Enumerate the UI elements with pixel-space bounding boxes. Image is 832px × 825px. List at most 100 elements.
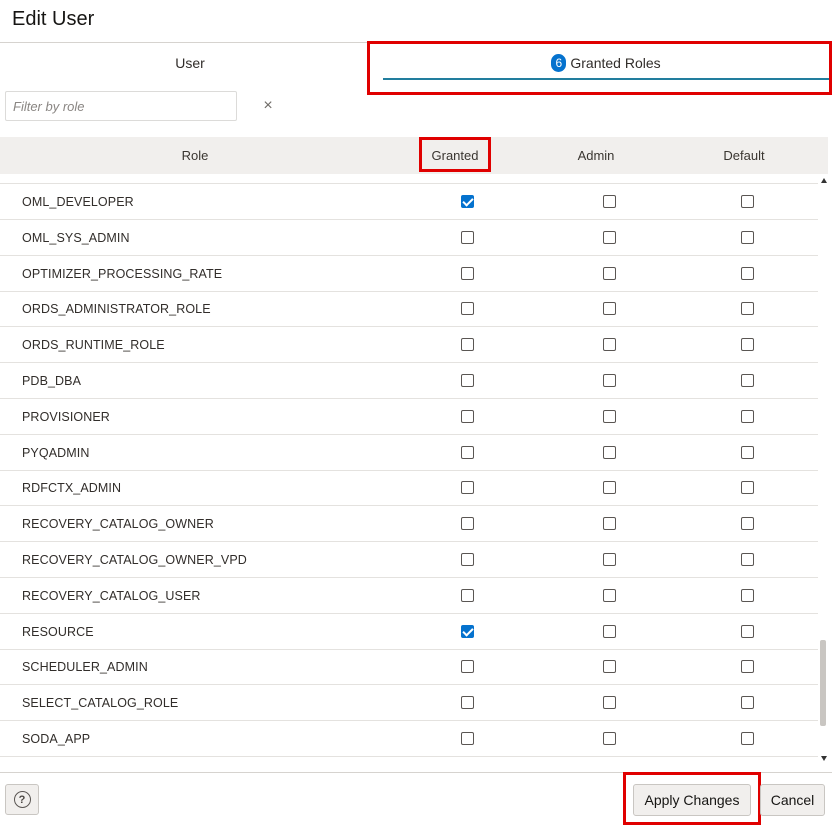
close-icon[interactable]: × xyxy=(260,96,276,116)
dialog-title: Edit User xyxy=(12,8,95,30)
default-checkbox[interactable] xyxy=(741,517,754,531)
tab-user[interactable]: User xyxy=(0,43,380,83)
roles-table-body: OML_DEVELOPER OML_SYS_ADMIN OPTIMIZER_PROC… xyxy=(0,174,818,766)
table-row: SODA_APP xyxy=(0,721,818,757)
role-name: SODA_APP xyxy=(22,732,91,746)
table-row: OML_DEVELOPER xyxy=(0,184,818,220)
granted-checkbox[interactable] xyxy=(461,409,474,423)
granted-checkbox[interactable] xyxy=(461,266,474,280)
granted-checkbox[interactable] xyxy=(461,660,474,674)
role-name: RESOURCE xyxy=(22,624,94,639)
scroll-up-arrow-icon[interactable] xyxy=(821,178,827,183)
table-row: OML_SYS_ADMIN xyxy=(0,220,818,256)
admin-checkbox[interactable] xyxy=(603,481,616,495)
help-button[interactable]: ? xyxy=(5,784,39,815)
role-name: PDB_DBA xyxy=(22,374,82,388)
admin-checkbox[interactable] xyxy=(603,732,616,745)
apply-changes-button[interactable]: Apply Changes xyxy=(633,784,751,816)
granted-checkbox[interactable] xyxy=(461,732,474,745)
tab-granted-roles[interactable]: 6 Granted Roles xyxy=(383,43,829,83)
table-row: SELECT_CATALOG_ROLE xyxy=(0,685,818,722)
default-checkbox[interactable] xyxy=(741,266,754,280)
granted-checkbox[interactable] xyxy=(461,338,474,352)
role-name: SCHEDULER_ADMIN xyxy=(22,660,148,675)
granted-checkbox[interactable] xyxy=(461,302,474,316)
table-row: SCHEDULER_ADMIN xyxy=(0,649,818,686)
role-name: SELECT_CATALOG_ROLE xyxy=(22,696,179,711)
granted-checkbox[interactable] xyxy=(461,696,474,710)
admin-checkbox[interactable] xyxy=(603,302,616,316)
help-circle-icon: ? xyxy=(13,791,31,808)
filter-role-input[interactable] xyxy=(5,91,237,121)
role-name: PROVISIONER xyxy=(22,409,110,424)
admin-checkbox[interactable] xyxy=(603,553,616,566)
role-name: OPTIMIZER_PROCESSING_RATE xyxy=(22,266,223,281)
granted-checkbox[interactable] xyxy=(461,195,474,208)
granted-checkbox[interactable] xyxy=(461,588,474,602)
default-checkbox[interactable] xyxy=(741,660,754,674)
admin-checkbox[interactable] xyxy=(603,409,616,423)
table-row xyxy=(0,174,818,185)
cancel-button[interactable]: Cancel xyxy=(760,784,825,816)
default-checkbox[interactable] xyxy=(741,696,754,710)
default-checkbox[interactable] xyxy=(741,409,754,423)
granted-checkbox[interactable] xyxy=(461,230,474,244)
table-row: RECOVERY_CATALOG_OWNER xyxy=(0,506,818,543)
table-row: PDB_DBA xyxy=(0,363,818,399)
granted-checkbox[interactable] xyxy=(461,624,474,638)
column-header-granted[interactable]: Granted xyxy=(420,137,490,174)
granted-checkbox[interactable] xyxy=(461,374,474,387)
table-header: Role Granted Admin Default xyxy=(0,137,828,174)
granted-checkbox[interactable] xyxy=(461,481,474,495)
table-row: PYQADMIN xyxy=(0,435,818,471)
default-checkbox[interactable] xyxy=(741,230,754,244)
default-checkbox[interactable] xyxy=(741,624,754,638)
admin-checkbox[interactable] xyxy=(603,230,616,244)
table-row xyxy=(0,757,818,766)
admin-checkbox[interactable] xyxy=(603,338,616,352)
tab-user-label: User xyxy=(175,55,205,71)
default-checkbox[interactable] xyxy=(741,445,754,459)
default-checkbox[interactable] xyxy=(741,553,754,566)
admin-checkbox[interactable] xyxy=(603,195,616,208)
role-name: PYQADMIN xyxy=(22,445,90,460)
granted-count-badge: 6 xyxy=(551,54,567,72)
admin-checkbox[interactable] xyxy=(603,660,616,674)
table-row: RECOVERY_CATALOG_OWNER_VPD xyxy=(0,542,818,578)
role-name: RECOVERY_CATALOG_OWNER_VPD xyxy=(22,553,247,567)
scroll-down-arrow-icon[interactable] xyxy=(821,756,827,761)
scrollbar-thumb[interactable] xyxy=(820,640,826,726)
admin-checkbox[interactable] xyxy=(603,374,616,387)
admin-checkbox[interactable] xyxy=(603,588,616,602)
default-checkbox[interactable] xyxy=(741,338,754,352)
column-header-admin[interactable]: Admin xyxy=(560,137,632,174)
granted-checkbox[interactable] xyxy=(461,445,474,459)
role-name: OML_SYS_ADMIN xyxy=(22,230,130,245)
column-header-role[interactable]: Role xyxy=(0,137,390,174)
default-checkbox[interactable] xyxy=(741,195,754,208)
default-checkbox[interactable] xyxy=(741,588,754,602)
active-tab-indicator xyxy=(383,78,829,80)
default-checkbox[interactable] xyxy=(741,481,754,495)
admin-checkbox[interactable] xyxy=(603,266,616,280)
tab-granted-roles-label: Granted Roles xyxy=(570,55,661,71)
admin-checkbox[interactable] xyxy=(603,445,616,459)
default-checkbox[interactable] xyxy=(741,732,754,745)
granted-checkbox[interactable] xyxy=(461,553,474,566)
admin-checkbox[interactable] xyxy=(603,517,616,531)
role-name: RECOVERY_CATALOG_USER xyxy=(22,588,201,603)
column-header-default[interactable]: Default xyxy=(700,137,788,174)
table-row: OPTIMIZER_PROCESSING_RATE xyxy=(0,256,818,292)
footer-divider xyxy=(0,772,832,773)
granted-checkbox[interactable] xyxy=(461,517,474,531)
admin-checkbox[interactable] xyxy=(603,624,616,638)
admin-checkbox[interactable] xyxy=(603,696,616,710)
table-row: RESOURCE xyxy=(0,614,818,650)
default-checkbox[interactable] xyxy=(741,374,754,387)
table-row: ORDS_RUNTIME_ROLE xyxy=(0,327,818,364)
default-checkbox[interactable] xyxy=(741,302,754,316)
role-name: ORDS_ADMINISTRATOR_ROLE xyxy=(22,302,211,317)
table-row: PROVISIONER xyxy=(0,399,818,435)
role-name: RECOVERY_CATALOG_OWNER xyxy=(22,517,214,532)
role-name: OML_DEVELOPER xyxy=(22,195,134,209)
